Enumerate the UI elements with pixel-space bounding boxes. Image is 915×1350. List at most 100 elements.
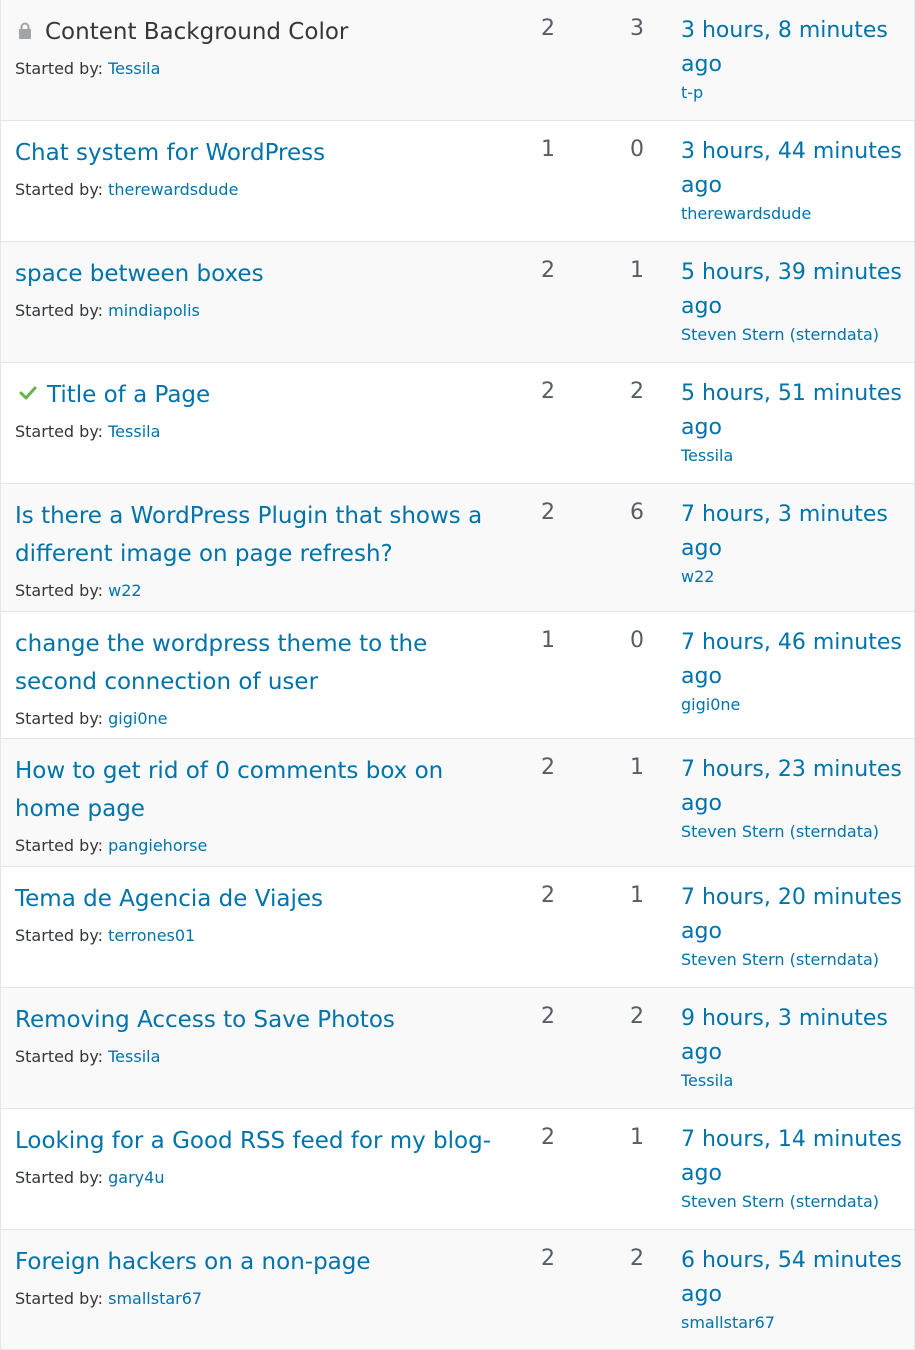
freshness-link[interactable]: 6 hours, 54 minutes ago <box>681 1244 906 1312</box>
topic-main: Chat system for WordPress Started by: the… <box>15 135 505 201</box>
topic-title-link[interactable]: Removing Access to Save Photos <box>15 1007 395 1033</box>
topic-author-link[interactable]: terrones01 <box>108 926 195 945</box>
freshness: 5 hours, 51 minutes ago Tessila <box>681 377 906 467</box>
topic-author-link[interactable]: pangiehorse <box>108 836 207 855</box>
freshness-link[interactable]: 3 hours, 8 minutes ago <box>681 14 906 82</box>
last-poster-link[interactable]: Steven Stern (sterndata) <box>681 1191 906 1213</box>
topic-main: Content Background Color Started by: Tess… <box>15 14 505 80</box>
freshness: 7 hours, 3 minutes ago w22 <box>681 498 906 588</box>
topic-title-link[interactable]: Foreign hackers on a non-page <box>15 1249 371 1275</box>
started-by-label: Started by: <box>15 581 104 600</box>
started-by-label: Started by: <box>15 422 104 441</box>
freshness-link[interactable]: 7 hours, 14 minutes ago <box>681 1123 906 1191</box>
topic-list: Content Background Color Started by: Tess… <box>0 0 915 1350</box>
started-by: Started by: gigi0ne <box>15 708 485 730</box>
freshness: 7 hours, 14 minutes ago Steven Stern (ste… <box>681 1123 906 1213</box>
last-poster-link[interactable]: smallstar67 <box>681 1312 906 1334</box>
started-by-label: Started by: <box>15 59 104 78</box>
topic-author-link[interactable]: mindiapolis <box>108 301 200 320</box>
topic-title-line: Foreign hackers on a non-page <box>15 1244 505 1282</box>
started-by: Started by: gary4u <box>15 1167 505 1189</box>
topic-row: space between boxes Started by: mindiapol… <box>1 242 914 363</box>
freshness-link[interactable]: 9 hours, 3 minutes ago <box>681 1002 906 1070</box>
last-poster-link[interactable]: gigi0ne <box>681 694 906 716</box>
topic-title-link[interactable]: space between boxes <box>15 261 264 287</box>
topic-author-link[interactable]: gigi0ne <box>108 709 167 728</box>
last-poster-link[interactable]: therewardsdude <box>681 203 906 225</box>
last-poster-link[interactable]: Steven Stern (sterndata) <box>681 324 906 346</box>
freshness: 7 hours, 46 minutes ago gigi0ne <box>681 626 906 716</box>
started-by-label: Started by: <box>15 301 104 320</box>
freshness-link[interactable]: 5 hours, 51 minutes ago <box>681 377 906 445</box>
topic-title-link[interactable]: Chat system for WordPress <box>15 140 325 166</box>
post-count: 1 <box>630 755 644 780</box>
freshness-link[interactable]: 7 hours, 3 minutes ago <box>681 498 906 566</box>
topic-row: Chat system for WordPress Started by: the… <box>1 121 914 242</box>
freshness-link[interactable]: 7 hours, 23 minutes ago <box>681 753 906 821</box>
last-poster-link[interactable]: Tessila <box>681 1070 906 1092</box>
started-by-label: Started by: <box>15 180 104 199</box>
topic-author-link[interactable]: Tessila <box>108 1047 160 1066</box>
post-count: 2 <box>630 379 644 404</box>
topic-title-link[interactable]: How to get rid of 0 comments box on home… <box>15 758 443 822</box>
topic-row: Foreign hackers on a non-page Started by:… <box>1 1230 914 1350</box>
freshness: 7 hours, 20 minutes ago Steven Stern (ste… <box>681 881 906 971</box>
topic-title-link[interactable]: Looking for a Good RSS feed for my blog- <box>15 1128 491 1154</box>
topic-title-link[interactable]: Title of a Page <box>47 382 210 408</box>
topic-title-line: Title of a Page <box>15 377 505 415</box>
freshness: 3 hours, 44 minutes ago therewardsdude <box>681 135 906 225</box>
post-count: 1 <box>630 1125 644 1150</box>
lock-icon <box>17 14 41 40</box>
freshness-link[interactable]: 3 hours, 44 minutes ago <box>681 135 906 203</box>
voice-count: 1 <box>541 628 555 653</box>
started-by: Started by: mindiapolis <box>15 300 505 322</box>
started-by: Started by: smallstar67 <box>15 1288 505 1310</box>
voice-count: 2 <box>541 883 555 908</box>
last-poster-link[interactable]: Tessila <box>681 445 906 467</box>
started-by-label: Started by: <box>15 836 104 855</box>
post-count: 1 <box>630 258 644 283</box>
topic-main: space between boxes Started by: mindiapol… <box>15 256 505 322</box>
voice-count: 2 <box>541 1246 555 1271</box>
topic-title-line: Is there a WordPress Plugin that shows a… <box>15 498 485 574</box>
topic-title-link[interactable]: Tema de Agencia de Viajes <box>15 886 323 912</box>
started-by-label: Started by: <box>15 1047 104 1066</box>
voice-count: 2 <box>541 755 555 780</box>
started-by-label: Started by: <box>15 1289 104 1308</box>
topic-main: How to get rid of 0 comments box on home… <box>15 753 485 857</box>
topic-author-link[interactable]: w22 <box>108 581 141 600</box>
checkmark-icon <box>19 377 43 401</box>
topic-author-link[interactable]: Tessila <box>108 59 160 78</box>
last-poster-link[interactable]: Steven Stern (sterndata) <box>681 949 906 971</box>
topic-title-link[interactable]: Is there a WordPress Plugin that shows a… <box>15 503 482 567</box>
voice-count: 2 <box>541 500 555 525</box>
last-poster-link[interactable]: w22 <box>681 566 906 588</box>
topic-main: Title of a Page Started by: Tessila <box>15 377 505 443</box>
topic-row: Title of a Page Started by: Tessila 2 2 5 ho… <box>1 363 914 484</box>
topic-row: Removing Access to Save Photos Started by… <box>1 988 914 1109</box>
topic-author-link[interactable]: therewardsdude <box>108 180 238 199</box>
topic-title-line: Content Background Color <box>15 14 505 52</box>
topic-title-link[interactable]: change the wordpress theme to the second… <box>15 631 427 695</box>
topic-row: Content Background Color Started by: Tess… <box>1 0 914 121</box>
topic-author-link[interactable]: gary4u <box>108 1168 164 1187</box>
topic-main: Looking for a Good RSS feed for my blog-… <box>15 1123 505 1189</box>
last-poster-link[interactable]: Steven Stern (sterndata) <box>681 821 906 843</box>
topic-main: Foreign hackers on a non-page Started by:… <box>15 1244 505 1310</box>
topic-title-line: change the wordpress theme to the second… <box>15 626 485 702</box>
started-by-label: Started by: <box>15 926 104 945</box>
topic-author-link[interactable]: Tessila <box>108 422 160 441</box>
voice-count: 2 <box>541 1004 555 1029</box>
started-by: Started by: terrones01 <box>15 925 505 947</box>
freshness-link[interactable]: 5 hours, 39 minutes ago <box>681 256 906 324</box>
post-count: 0 <box>630 628 644 653</box>
freshness-link[interactable]: 7 hours, 20 minutes ago <box>681 881 906 949</box>
topic-title-link[interactable]: Content Background Color <box>45 19 348 45</box>
topic-main: Removing Access to Save Photos Started by… <box>15 1002 505 1068</box>
topic-author-link[interactable]: smallstar67 <box>108 1289 202 1308</box>
freshness-link[interactable]: 7 hours, 46 minutes ago <box>681 626 906 694</box>
post-count: 0 <box>630 137 644 162</box>
last-poster-link[interactable]: t-p <box>681 82 906 104</box>
freshness: 3 hours, 8 minutes ago t-p <box>681 14 906 104</box>
started-by: Started by: Tessila <box>15 58 505 80</box>
